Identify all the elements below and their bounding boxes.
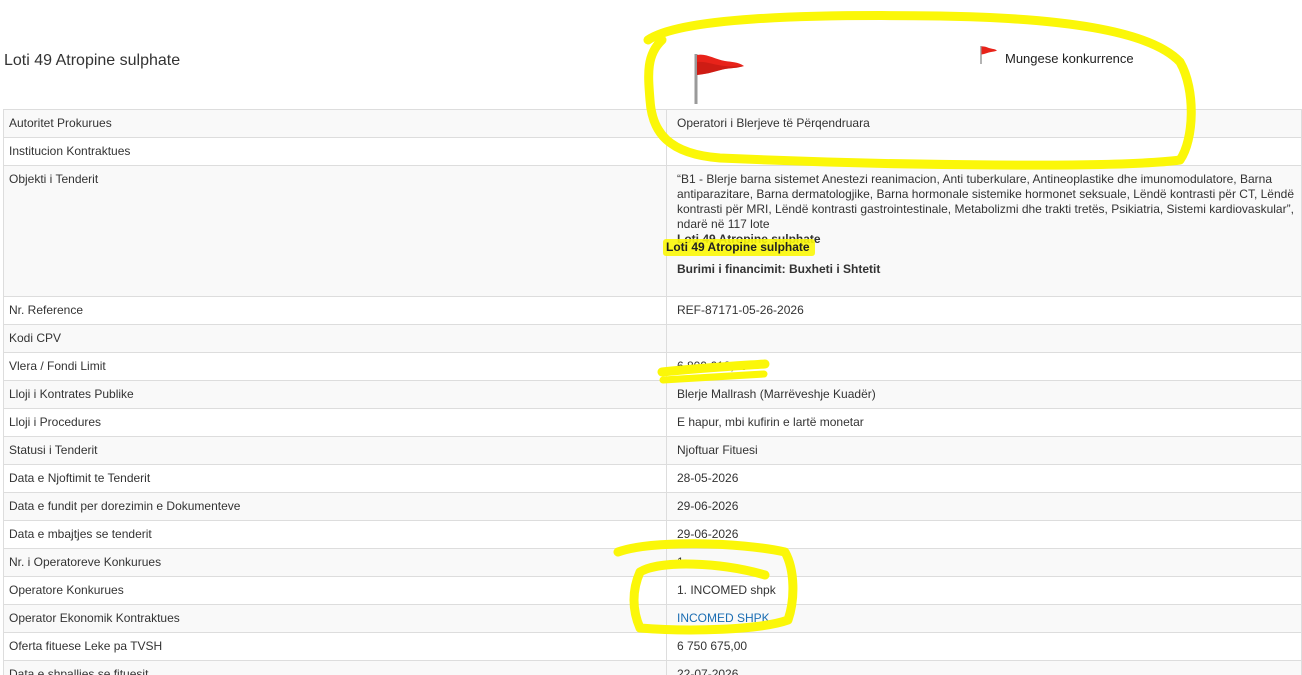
page-header: Loti 49 Atropine sulphate Mungese konkur…: [0, 0, 1302, 109]
row-label: Institucion Kontraktues: [3, 137, 667, 166]
row-label: Operator Ekonomik Kontraktues: [3, 604, 667, 633]
row-value: E hapur, mbi kufirin e lartë monetar: [666, 408, 1302, 437]
row-value: [666, 324, 1302, 353]
row-value: Blerje Mallrash (Marrëveshje Kuadër): [666, 380, 1302, 409]
tender-detail-page: Loti 49 Atropine sulphate Mungese konkur…: [0, 0, 1302, 675]
row-label: Data e mbajtjes se tenderit: [3, 520, 667, 549]
row-value: 29-06-2026: [666, 520, 1302, 549]
row-value: “B1 - Blerje barna sistemet Anestezi rea…: [666, 165, 1302, 297]
row-label: Autoritet Prokurues: [3, 109, 667, 138]
table-row: Data e Njoftimit te Tenderit 28-05-2026: [3, 464, 1302, 493]
row-value: 6 809 612,00: [666, 352, 1302, 381]
row-label: Kodi CPV: [3, 324, 667, 353]
row-value: Operatori i Blerjeve të Përqendruara: [666, 109, 1302, 138]
row-label: Operatore Konkurues: [3, 576, 667, 605]
row-value: REF-87171-05-26-2026: [666, 296, 1302, 325]
row-value: 29-06-2026: [666, 492, 1302, 521]
row-label: Objekti i Tenderit: [3, 165, 667, 297]
tender-details-table: Autoritet Prokurues Operatori i Blerjeve…: [3, 109, 1302, 675]
table-row: Autoritet Prokurues Operatori i Blerjeve…: [3, 109, 1302, 138]
small-red-flag-icon: [980, 46, 997, 64]
table-row: Operator Ekonomik Kontraktues INCOMED SH…: [3, 604, 1302, 633]
table-row: Lloji i Procedures E hapur, mbi kufirin …: [3, 408, 1302, 437]
row-label: Nr. Reference: [3, 296, 667, 325]
table-row: Lloji i Kontrates Publike Blerje Mallras…: [3, 380, 1302, 409]
table-row: Operatore Konkurues 1. INCOMED shpk: [3, 576, 1302, 605]
row-value: [666, 137, 1302, 166]
row-value: 6 750 675,00: [666, 632, 1302, 661]
tender-description: “B1 - Blerje barna sistemet Anestezi rea…: [677, 172, 1295, 231]
table-row: Objekti i Tenderit “B1 - Blerje barna si…: [3, 165, 1302, 297]
table-row: Data e shpalljes se fituesit 22-07-2026: [3, 660, 1302, 675]
row-label: Statusi i Tenderit: [3, 436, 667, 465]
row-label: Vlera / Fondi Limit: [3, 352, 667, 381]
no-competition-label: Mungese konkurrence: [1005, 51, 1134, 66]
row-label: Data e Njoftimit te Tenderit: [3, 464, 667, 493]
row-label: Oferta fituese Leke pa TVSH: [3, 632, 667, 661]
row-label: Nr. i Operatoreve Konkurues: [3, 548, 667, 577]
row-value: INCOMED SHPK: [666, 604, 1302, 633]
table-row: Oferta fituese Leke pa TVSH 6 750 675,00: [3, 632, 1302, 661]
row-value: 1. INCOMED shpk: [666, 576, 1302, 605]
row-label: Lloji i Kontrates Publike: [3, 380, 667, 409]
table-row: Institucion Kontraktues: [3, 137, 1302, 166]
row-value: 22-07-2026: [666, 660, 1302, 675]
table-row: Nr. Reference REF-87171-05-26-2026: [3, 296, 1302, 325]
row-value: 28-05-2026: [666, 464, 1302, 493]
table-row: Nr. i Operatoreve Konkurues 1: [3, 548, 1302, 577]
table-row: Kodi CPV: [3, 324, 1302, 353]
row-label: Data e fundit per dorezimin e Dokumentev…: [3, 492, 667, 521]
red-flag-icon: [694, 54, 744, 104]
table-row: Statusi i Tenderit Njoftuar Fituesi: [3, 436, 1302, 465]
table-row: Vlera / Fondi Limit 6 809 612,00: [3, 352, 1302, 381]
page-title: Loti 49 Atropine sulphate: [4, 52, 181, 69]
row-label: Lloji i Procedures: [3, 408, 667, 437]
contractor-link[interactable]: INCOMED SHPK: [677, 611, 770, 625]
row-label: Data e shpalljes se fituesit: [3, 660, 667, 675]
row-value: 1: [666, 548, 1302, 577]
table-row: Data e mbajtjes se tenderit 29-06-2026: [3, 520, 1302, 549]
funding-source: Burimi i financimit: Buxheti i Shtetit: [677, 262, 881, 276]
row-value: Njoftuar Fituesi: [666, 436, 1302, 465]
lot-name-highlighted: Loti 49 Atropine sulphate: [666, 240, 810, 254]
table-row: Data e fundit per dorezimin e Dokumentev…: [3, 492, 1302, 521]
